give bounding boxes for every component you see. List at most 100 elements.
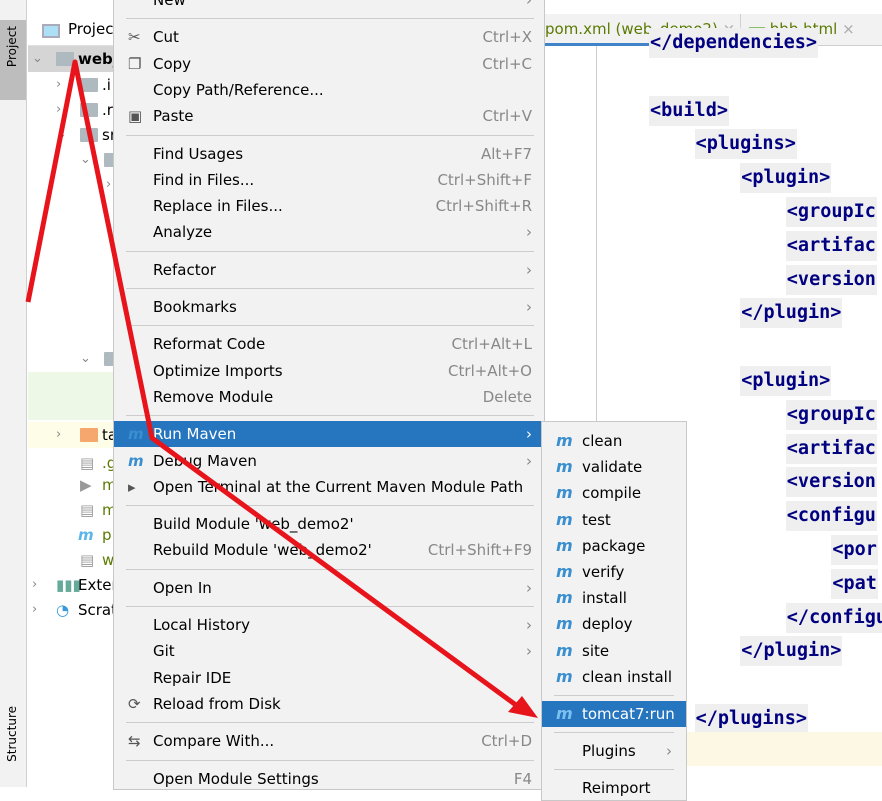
menu-item-compare-with[interactable]: ⇆ Compare With... Ctrl+D <box>114 728 544 754</box>
chevron-right-icon: › <box>666 742 672 761</box>
menu-item-open-in[interactable]: Open In › <box>114 575 544 601</box>
maven-goal-reimport[interactable]: Reimport <box>542 775 686 801</box>
chevron-right-icon[interactable]: › <box>56 422 61 448</box>
code-line: <groupIc <box>785 197 877 227</box>
menu-item-reformat-code[interactable]: Reformat Code Ctrl+Alt+L <box>114 331 544 357</box>
maven-goal-deploy[interactable]: m deploy <box>542 611 686 637</box>
tree-item[interactable]: ⌄ <box>28 346 122 372</box>
chevron-right-icon[interactable]: › <box>56 72 61 98</box>
maven-goal-test[interactable]: m test <box>542 507 686 533</box>
maven-goal-site[interactable]: m site <box>542 638 686 664</box>
menu-item-shortcut: Ctrl+Alt+L <box>451 335 533 354</box>
menu-item-repair-ide[interactable]: Repair IDE <box>114 665 544 691</box>
menu-item-cut[interactable]: ✂ Cut Ctrl+X <box>114 24 544 50</box>
maven-goal-compile[interactable]: m compile <box>542 480 686 506</box>
tree-item[interactable]: ⌄ <box>28 147 122 173</box>
project-tool-tab[interactable]: Project <box>0 20 26 100</box>
maven-goal-icon: m <box>556 509 573 529</box>
tree-scratches[interactable]: › ◔ Scrat <box>28 597 118 623</box>
menu-item-open-terminal-at-the-current-maven-module-path[interactable]: ▸ Open Terminal at the Current Maven Modu… <box>114 474 544 500</box>
menu-item-build-module-web-demo2[interactable]: Build Module 'web_demo2' <box>114 511 544 537</box>
menu-separator <box>126 505 534 507</box>
tree-item[interactable]: ▤ w <box>28 547 118 573</box>
chevron-down-icon[interactable]: ⌄ <box>32 46 43 72</box>
menu-item-optimize-imports[interactable]: Optimize Imports Ctrl+Alt+O <box>114 358 544 384</box>
structure-tab[interactable]: Structure <box>5 706 19 762</box>
submenu-item-label: validate <box>582 458 643 477</box>
menu-item-shortcut: Ctrl+Shift+F9 <box>427 541 532 560</box>
menu-item-label: Compare With... <box>153 732 275 751</box>
maven-goal-clean[interactable]: m clean <box>542 428 686 454</box>
run-maven-submenu: m clean m validate m compile m test m package m ver… <box>541 421 687 801</box>
chevron-down-icon[interactable]: ⌄ <box>56 122 67 148</box>
code-line: </dependencies> <box>649 28 819 58</box>
menu-separator <box>126 415 534 417</box>
tree-item[interactable]: › <box>28 172 118 198</box>
maven-goal-verify[interactable]: m verify <box>542 559 686 585</box>
maven-debug-icon: m <box>128 451 144 470</box>
menu-item-copy-path-reference[interactable]: Copy Path/Reference... <box>114 77 544 103</box>
maven-goal-tomcat7-run[interactable]: m tomcat7:run <box>542 701 686 727</box>
tree-item-pom[interactable]: mp <box>28 522 118 548</box>
menu-item-remove-module[interactable]: Remove Module Delete <box>114 384 544 410</box>
menu-item-open-module-settings[interactable]: Open Module Settings F4 <box>114 766 544 792</box>
maven-goal-clean-install[interactable]: m clean install <box>542 664 686 690</box>
code-line: <pat <box>831 568 878 599</box>
tree-item[interactable]: ⌄ sr <box>28 122 118 148</box>
text-file-icon: ▤ <box>80 501 95 519</box>
menu-item-git[interactable]: Git › <box>114 638 544 664</box>
code-line: <version <box>785 467 877 498</box>
chevron-right-icon[interactable]: › <box>106 172 111 198</box>
excluded-folder-icon <box>80 428 98 442</box>
tree-item[interactable]: › .i <box>28 72 118 98</box>
menu-item-shortcut: Ctrl+Shift+R <box>435 197 532 216</box>
chevron-right-icon[interactable]: › <box>32 572 37 598</box>
menu-item-find-in-files[interactable]: Find in Files... Ctrl+Shift+F <box>114 167 544 193</box>
chevron-right-icon[interactable]: › <box>32 597 37 623</box>
menu-item-label: Debug Maven <box>153 451 257 470</box>
menu-separator <box>126 606 534 607</box>
menu-item-new[interactable]: New › <box>114 0 544 13</box>
tree-item[interactable]: ▤ m <box>28 497 118 523</box>
menu-item-local-history[interactable]: Local History › <box>114 612 544 638</box>
menu-item-paste[interactable]: ▣ Paste Ctrl+V <box>114 103 544 129</box>
maven-goal-icon: m <box>556 666 573 686</box>
maven-goal-plugins[interactable]: Plugins › <box>542 738 686 764</box>
menu-item-label: Find in Files... <box>153 170 255 189</box>
tree-item[interactable]: › .r <box>28 97 118 123</box>
chevron-down-icon[interactable]: ⌄ <box>80 147 91 173</box>
tree-root[interactable]: ⌄ web_ <box>28 46 120 72</box>
menu-item-refactor[interactable]: Refactor › <box>114 257 544 283</box>
menu-item-run-maven[interactable]: m Run Maven › <box>114 421 544 448</box>
submenu-item-label: site <box>582 641 610 660</box>
maven-goal-icon: m <box>556 704 573 723</box>
code-line: <por <box>831 535 878 565</box>
maven-goal-validate[interactable]: m validate <box>542 454 686 480</box>
maven-goal-package[interactable]: m package <box>542 533 686 559</box>
project-tab-label: Project <box>5 26 19 68</box>
close-icon[interactable]: × <box>842 20 855 38</box>
menu-item-reload-from-disk[interactable]: ⟳ Reload from Disk <box>114 691 544 717</box>
context-menu: New › ✂ Cut Ctrl+X ❐ Copy Ctrl+C Copy Path/Refer… <box>113 0 545 790</box>
code-line: </plugins> <box>694 704 808 734</box>
menu-item-analyze[interactable]: Analyze › <box>114 219 544 245</box>
tree-external-libraries[interactable]: › ▮▮▮ Exter <box>28 572 118 598</box>
menu-item-bookmarks[interactable]: Bookmarks › <box>114 294 544 320</box>
code-line: <groupIc <box>785 399 877 430</box>
menu-item-label: Open In <box>153 578 212 597</box>
menu-item-find-usages[interactable]: Find Usages Alt+F7 <box>114 141 544 167</box>
menu-item-label: Build Module 'web_demo2' <box>153 515 354 534</box>
menu-item-label: Reformat Code <box>153 335 266 354</box>
menu-item-label: Optimize Imports <box>153 361 283 380</box>
tree-item-label: .r <box>102 101 113 119</box>
menu-item-copy[interactable]: ❐ Copy Ctrl+C <box>114 51 544 77</box>
maven-goal-install[interactable]: m install <box>542 585 686 611</box>
menu-item-rebuild-module-web-demo2[interactable]: Rebuild Module 'web_demo2' Ctrl+Shift+F9 <box>114 537 544 563</box>
menu-item-debug-maven[interactable]: m Debug Maven › <box>114 448 544 474</box>
tree-item-target[interactable]: › ta <box>28 422 118 448</box>
tree-item[interactable]: ▶ m <box>28 472 118 498</box>
menu-item-replace-in-files[interactable]: Replace in Files... Ctrl+Shift+R <box>114 193 544 219</box>
chevron-right-icon[interactable]: › <box>56 97 61 123</box>
chevron-down-icon[interactable]: ⌄ <box>80 346 91 372</box>
menu-item-label: Reload from Disk <box>153 694 281 713</box>
